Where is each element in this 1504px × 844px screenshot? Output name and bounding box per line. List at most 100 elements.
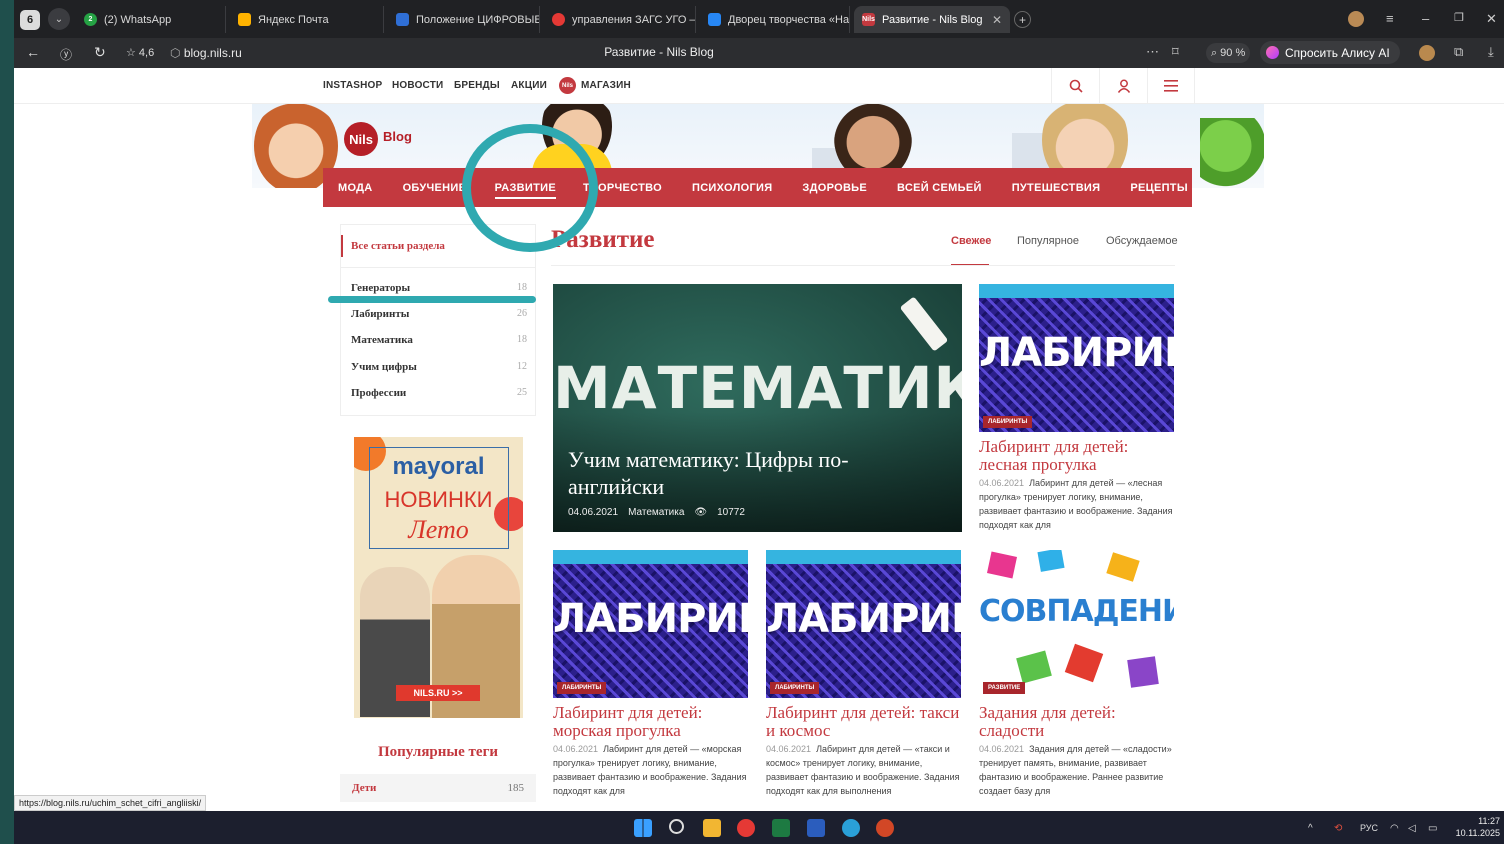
article-title[interactable]: Лабиринт для детей: морская прогулка: [553, 704, 753, 740]
nils-favicon-icon: Nils: [862, 13, 875, 26]
featured-article-card[interactable]: МАТЕМАТИКА Учим математику: Цифры по-анг…: [553, 284, 962, 532]
file-explorer-icon[interactable]: [703, 819, 721, 837]
more-dots-icon[interactable]: ⋯: [1146, 44, 1159, 60]
sort-fresh-tab[interactable]: Свежее: [951, 235, 991, 247]
category-uchim-cifry[interactable]: Учим цифры 12: [351, 361, 527, 373]
article-excerpt: 04.06.2021 Лабиринт для детей — «лесная …: [979, 476, 1177, 533]
article-card-image[interactable]: ЛАБИРИНТЫ ЛАБИРИНТЫ: [553, 550, 748, 698]
tab-list-chevron-icon[interactable]: ⌄: [48, 8, 70, 30]
battery-icon[interactable]: ▭: [1428, 823, 1437, 834]
article-card-image[interactable]: ЛАБИРИНТЫ ЛАБИРИНТЫ: [979, 284, 1174, 432]
tray-chevron-icon[interactable]: ^: [1308, 823, 1313, 834]
article-title[interactable]: Лабиринт для детей: лесная прогулка: [979, 438, 1179, 474]
bookmark-icon[interactable]: ⌑: [1172, 44, 1179, 60]
wifi-icon[interactable]: ◠: [1390, 823, 1399, 834]
menu-item-psihologiya[interactable]: ПСИХОЛОГИЯ: [692, 182, 772, 194]
yandex-icon: [552, 13, 565, 26]
search-icon[interactable]: [1051, 68, 1099, 104]
clock-time: 11:27: [1478, 816, 1500, 826]
category-count: 26: [517, 308, 527, 319]
new-tab-plus-icon[interactable]: +: [1014, 11, 1031, 28]
search-icon[interactable]: [669, 819, 684, 834]
sort-popular-tab[interactable]: Популярное: [1017, 235, 1079, 247]
restore-icon[interactable]: ❐: [1454, 11, 1464, 24]
tag-deti[interactable]: Дети 185: [340, 774, 536, 802]
collections-icon[interactable]: ⧉: [1454, 44, 1463, 60]
tab-whatsapp[interactable]: 2 (2) WhatsApp: [76, 6, 226, 33]
menu-lines-icon[interactable]: ≡: [1386, 11, 1394, 26]
clock[interactable]: 11:27 10.11.2025: [1450, 815, 1500, 839]
menu-item-recepty[interactable]: РЕЦЕПТЫ: [1130, 182, 1188, 194]
tab-nils-blog[interactable]: Nils Развитие - Nils Blog ✕: [854, 6, 1010, 33]
nils-logo[interactable]: Nils: [344, 122, 378, 156]
ask-alice-button[interactable]: Спросить Алису AI: [1260, 41, 1400, 64]
extension-icon[interactable]: [1419, 45, 1435, 61]
menu-item-vsey-semiey[interactable]: ВСЕЙ СЕМЬЕЙ: [897, 182, 982, 194]
tab-count-button[interactable]: 6: [20, 10, 40, 30]
menu-item-puteshestviya[interactable]: ПУТЕШЕСТВИЯ: [1012, 182, 1101, 194]
zoom-indicator[interactable]: ⌕ 90 %: [1206, 43, 1251, 63]
tab-yandex-mail[interactable]: Яндекс Почта: [230, 6, 384, 33]
category-matematika[interactable]: Математика 18: [351, 334, 527, 346]
telegram-icon[interactable]: [842, 819, 860, 837]
language-indicator[interactable]: РУС: [1360, 823, 1378, 833]
article-card-image[interactable]: ЛАБИРИНТЫ ЛАБИРИНТЫ: [766, 550, 961, 698]
category-menu: МОДА ОБУЧЕНИЕ РАЗВИТИЕ ТВОРЧЕСТВО ПСИХОЛ…: [323, 168, 1192, 207]
tab-zags[interactable]: управления ЗАГС УГО –: [544, 6, 696, 33]
category-badge[interactable]: ЛАБИРИНТЫ: [983, 416, 1033, 428]
article-title[interactable]: Задания для детей: сладости: [979, 704, 1179, 740]
article-title[interactable]: Лабиринт для детей: такси и космос: [766, 704, 966, 740]
alice-icon: [1266, 46, 1279, 59]
menu-item-obuchenie[interactable]: ОБУЧЕНИЕ: [403, 182, 463, 194]
category-generatory[interactable]: Генераторы 18: [351, 282, 527, 294]
volume-icon[interactable]: ◁: [1408, 823, 1416, 834]
article-date: 04.06.2021: [553, 744, 599, 754]
tab-title: управления ЗАГС УГО –: [572, 13, 696, 26]
windows-start-icon[interactable]: [634, 819, 652, 837]
excel-icon[interactable]: [772, 819, 790, 837]
ad-cta-button[interactable]: NILS.RU >>: [396, 685, 480, 701]
article-card-image[interactable]: СОВПАДЕНИЕ РАЗВИТИЕ: [979, 550, 1174, 698]
sort-discussed-tab[interactable]: Обсуждаемое: [1106, 235, 1178, 247]
category-badge[interactable]: ЛАБИРИНТЫ: [557, 682, 607, 694]
sync-icon[interactable]: ⟲: [1334, 823, 1342, 834]
hamburger-menu-icon[interactable]: [1147, 68, 1195, 104]
eye-icon: 👁: [694, 507, 708, 518]
article-excerpt: 04.06.2021 Задания для детей — «сладости…: [979, 742, 1177, 800]
yandex-browser-icon[interactable]: [737, 819, 755, 837]
nav-sales[interactable]: АКЦИИ: [511, 80, 547, 91]
powerpoint-icon[interactable]: [876, 819, 894, 837]
shop-logo-icon: Nils: [559, 77, 576, 94]
category-badge[interactable]: ЛАБИРИНТЫ: [770, 682, 820, 694]
tab-dvorec[interactable]: Дворец творчества «На /: [700, 6, 850, 33]
category-count: 12: [517, 361, 527, 372]
menu-item-zdorovie[interactable]: ЗДОРОВЬЕ: [802, 182, 867, 194]
menu-item-moda[interactable]: МОДА: [338, 182, 373, 194]
tab-bar: 6 ⌄ 2 (2) WhatsApp Яндекс Почта Положени…: [14, 0, 1504, 38]
nav-brands[interactable]: БРЕНДЫ: [454, 80, 500, 91]
article-excerpt: 04.06.2021 Лабиринт для детей — «морская…: [553, 742, 748, 800]
close-tab-icon[interactable]: ✕: [992, 13, 1002, 27]
nav-news[interactable]: НОВОСТИ: [392, 80, 443, 91]
category-professii[interactable]: Профессии 25: [351, 387, 527, 399]
featured-category[interactable]: Математика: [628, 507, 684, 518]
user-icon[interactable]: [1099, 68, 1147, 104]
category-badge[interactable]: РАЗВИТИЕ: [983, 682, 1026, 694]
nav-instashop[interactable]: INSTASHOP: [323, 80, 382, 91]
tab-polozhenie[interactable]: Положение ЦИФРОВЫЕ: [388, 6, 540, 33]
minimize-icon[interactable]: –: [1422, 11, 1429, 26]
close-window-icon[interactable]: ✕: [1486, 11, 1497, 27]
mail-icon: [238, 13, 251, 26]
tab-title: (2) WhatsApp: [104, 13, 172, 26]
category-labirinty[interactable]: Лабиринты 26: [351, 308, 527, 320]
site-top-nav: INSTASHOP НОВОСТИ БРЕНДЫ АКЦИИ Nils МАГА…: [14, 68, 1504, 104]
download-icon[interactable]: ⤓: [1488, 44, 1494, 60]
featured-title[interactable]: Учим математику: Цифры по-английски: [568, 446, 898, 500]
annotation-underline: [328, 296, 536, 303]
nav-shop[interactable]: МАГАЗИН: [581, 80, 631, 91]
mayoral-ad-banner[interactable]: mayoral НОВИНКИ Лето NILS.RU >>: [354, 437, 523, 718]
address-bar: ← ⓨ ↻ ☆ 4,6 ⬡ blog.nils.ru Развитие - Ni…: [14, 38, 1504, 68]
active-marker: [341, 235, 343, 257]
word-icon[interactable]: [807, 819, 825, 837]
profile-avatar-icon[interactable]: [1348, 11, 1364, 27]
